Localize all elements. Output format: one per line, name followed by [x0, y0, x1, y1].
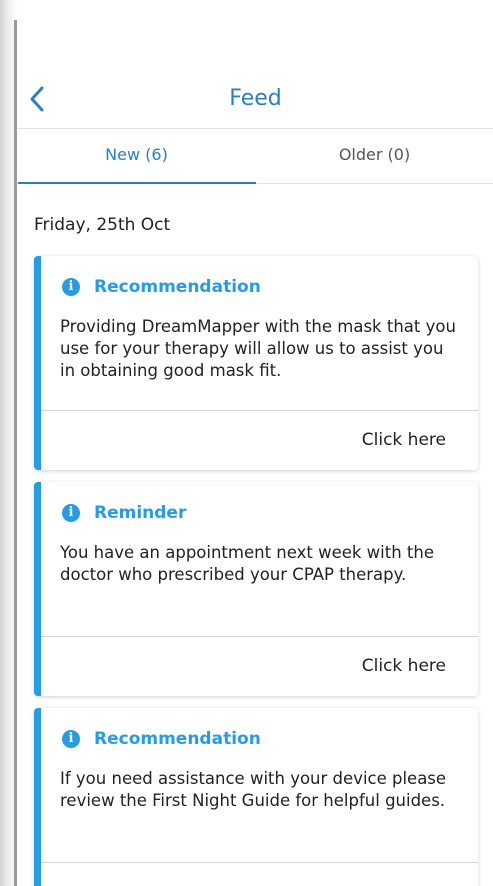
card-header: i Reminder: [62, 502, 186, 524]
card-type-label: Reminder: [94, 502, 187, 523]
feed-card: i Recommendation If you need assistance w…: [34, 708, 478, 886]
card-divider: [41, 862, 478, 863]
tab-new[interactable]: New (6): [18, 129, 255, 183]
date-heading: Friday, 25th Oct: [34, 215, 171, 235]
page-title: Feed: [229, 86, 282, 111]
card-accent-bar: [34, 708, 41, 886]
card-divider: [41, 636, 478, 637]
card-header: i Recommendation: [62, 728, 261, 750]
card-type-label: Recommendation: [94, 728, 261, 749]
card-message: Providing DreamMapper with the mask that…: [60, 317, 456, 380]
click-here-link[interactable]: Click here: [362, 430, 446, 450]
feed-card: i Reminder You have an appointment next w…: [34, 482, 478, 696]
info-icon: i: [62, 277, 80, 296]
window-edge: [0, 0, 18, 886]
active-tab-indicator: [18, 182, 256, 184]
card-accent-bar: [34, 256, 41, 470]
card-type-label: Recommendation: [94, 276, 261, 297]
card-header: i Recommendation: [62, 276, 261, 298]
info-icon: i: [62, 729, 80, 748]
info-icon: i: [62, 503, 80, 522]
card-accent-bar: [34, 482, 41, 696]
card-divider: [41, 410, 478, 411]
app-header: Feed: [18, 72, 493, 129]
feed-card: i Recommendation Providing DreamMapper wi…: [34, 256, 478, 470]
click-here-link[interactable]: Click here: [362, 656, 446, 676]
tab-older[interactable]: Older (0): [256, 129, 493, 183]
feed-screen: Feed New (6) Older (0) Friday, 25th Oct …: [0, 0, 493, 886]
card-message: You have an appointment next week with t…: [60, 543, 435, 584]
card-message: If you need assistance with your device …: [60, 769, 447, 810]
feed-tabs: New (6) Older (0): [18, 129, 493, 184]
